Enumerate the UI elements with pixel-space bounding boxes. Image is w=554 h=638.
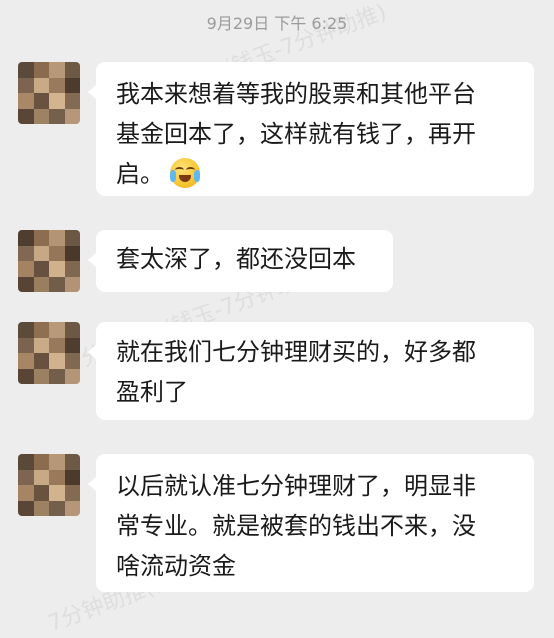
message-text: 盈利了 xyxy=(116,378,188,406)
avatar[interactable] xyxy=(18,230,80,292)
message-bubble[interactable]: 以后就认准七分钟理财了，明显非 常专业。就是被套的钱出不来，没 啥流动资金 xyxy=(88,454,534,592)
avatar[interactable] xyxy=(18,454,80,516)
message-text: 就在我们七分钟理财买的，好多都 xyxy=(116,338,476,366)
message-bubble[interactable]: 就在我们七分钟理财买的，好多都 盈利了 xyxy=(88,322,534,420)
message-text: 啥流动资金 xyxy=(116,552,236,580)
avatar[interactable] xyxy=(18,62,80,124)
message-text: 基金回本了，这样就有钱了，再开 xyxy=(116,120,476,148)
message-bubble[interactable]: 套太深了，都还没回本 xyxy=(88,230,393,292)
message-text: 启。 xyxy=(116,154,514,194)
message-text: 常专业。就是被套的钱出不来，没 xyxy=(116,512,476,540)
message-bubble[interactable]: 我本来想着等我的股票和其他平台 基金回本了，这样就有钱了，再开 启。 xyxy=(88,62,534,196)
face-with-tears-of-joy-icon xyxy=(170,158,200,188)
message-text: 我本来想着等我的股票和其他平台 xyxy=(116,80,476,108)
avatar[interactable] xyxy=(18,322,80,384)
message-timestamp: 9月29日 下午 6:25 xyxy=(206,14,348,33)
message-text: 套太深了，都还没回本 xyxy=(116,245,356,273)
message-text: 以后就认准七分钟理财了，明显非 xyxy=(116,472,476,500)
